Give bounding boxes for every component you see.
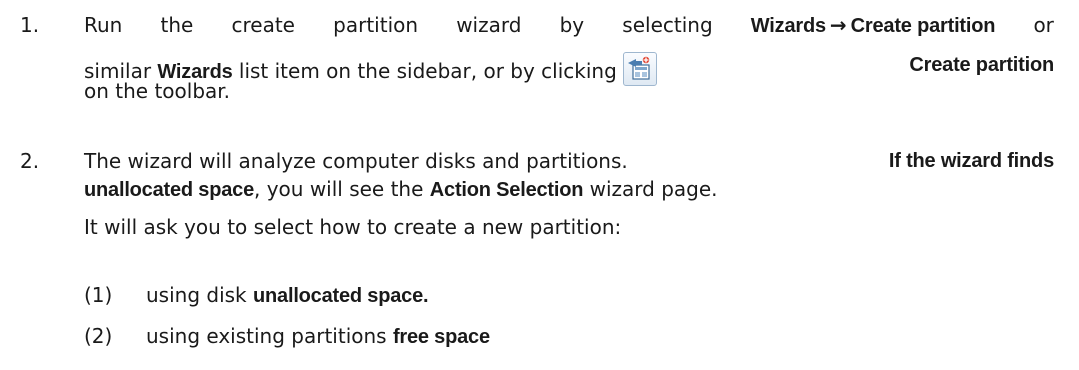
step-1-number: 1. <box>20 13 40 37</box>
text-run: Run <box>84 13 123 37</box>
step-1-line-2: similar Wizards list item on the sidebar… <box>84 52 1054 86</box>
option-2: (2) using existing partitions free space <box>84 323 490 350</box>
step-2-line-3: It will ask you to select how to create … <box>84 215 622 239</box>
text-or: or <box>1033 13 1054 37</box>
option-2-bold: free space <box>392 326 490 348</box>
option-2-number: (2) <box>84 324 113 348</box>
step-2-line-1: The wizard will analyze computer disks a… <box>84 148 1054 174</box>
text-analyze: The wizard will analyze computer disks a… <box>84 149 628 173</box>
text-create: create <box>231 13 296 37</box>
step-2-line-2: unallocated space, you will see the Acti… <box>84 176 1054 202</box>
step-1-line-3: on the toolbar. <box>84 79 231 103</box>
wizard-finds-label: If the wizard finds <box>888 150 1054 172</box>
step-1-body: Run the create partition wizard by selec… <box>84 12 1054 104</box>
step-1-line-1: Run the create partition wizard by selec… <box>84 12 1054 38</box>
text-wizard: wizard <box>456 13 522 37</box>
unallocated-space-label: unallocated space <box>84 179 254 201</box>
option-1-bold: unallocated space. <box>253 285 429 307</box>
step-2-body: The wizard will analyze computer disks a… <box>84 148 1054 240</box>
menu-path: Wizards → Create partition <box>750 12 996 39</box>
option-1-text: using disk <box>146 283 247 307</box>
text-partition: partition <box>333 13 419 37</box>
text-you-will-see: , you will see the <box>254 177 424 201</box>
option-2-text: using existing partitions <box>146 324 387 348</box>
create-partition-menu-label: Create partition <box>850 15 996 37</box>
create-partition-button-label: Create partition <box>909 54 1054 76</box>
text-the: the <box>160 13 194 37</box>
option-1-number: (1) <box>84 283 113 307</box>
option-1: (1) using disk unallocated space. <box>84 282 429 309</box>
document-page: 1. Run the create partition wizard by se… <box>0 0 1079 370</box>
action-selection-label: Action Selection <box>429 179 584 201</box>
step-2-number: 2. <box>20 149 40 173</box>
arrow-right-icon: → <box>829 13 847 37</box>
text-selecting: selecting <box>622 13 713 37</box>
wizards-menu-label: Wizards <box>750 15 826 37</box>
text-by: by <box>559 13 585 37</box>
text-wizard-page: wizard page. <box>589 177 718 201</box>
